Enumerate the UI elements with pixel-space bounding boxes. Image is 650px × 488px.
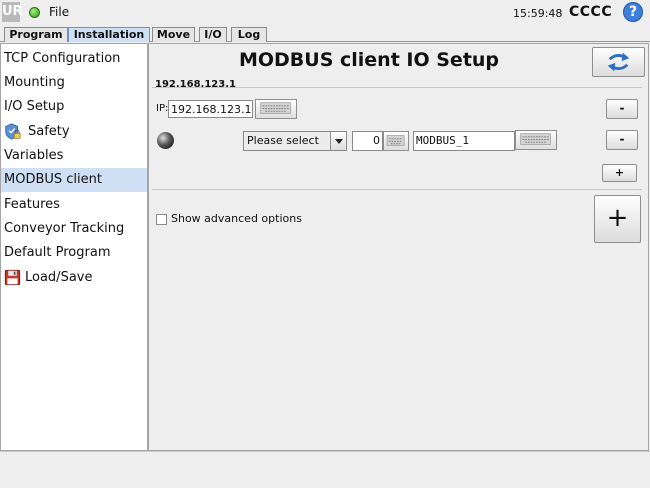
- chevron-down-icon: [330, 132, 346, 150]
- top-bar: UR File 15:59:48 CCCC ?: [0, 0, 650, 26]
- tab-installation[interactable]: Installation: [68, 27, 150, 42]
- tab-program[interactable]: Program: [4, 27, 68, 42]
- keyboard-icon: [520, 133, 551, 145]
- refresh-button[interactable]: [592, 47, 645, 77]
- signal-type-select[interactable]: Please select: [243, 131, 347, 151]
- signal-address-input[interactable]: 0: [352, 131, 383, 151]
- name-keyboard-button[interactable]: [515, 130, 557, 150]
- tab-io[interactable]: I/O: [199, 27, 227, 42]
- ur-logo: UR: [2, 2, 23, 22]
- sidebar-item-modbus-client[interactable]: MODBUS client: [1, 168, 147, 192]
- add-modbus-unit-button[interactable]: +: [594, 195, 641, 243]
- page-title: MODBUS client IO Setup: [238, 49, 500, 71]
- floppy-disk-icon: [4, 269, 21, 286]
- installation-sidebar: TCP Configuration Mounting I/O Setup Saf…: [0, 43, 148, 451]
- section-divider: [152, 189, 642, 190]
- signal-type-value: Please select: [247, 134, 319, 147]
- help-icon[interactable]: ?: [623, 2, 643, 22]
- add-signal-button[interactable]: +: [602, 164, 637, 182]
- keyboard-icon: [260, 102, 291, 114]
- modbus-setup-panel: MODBUS client IO Setup 192.168.123.1 IP:…: [148, 43, 649, 451]
- server-heading: 192.168.123.1: [155, 79, 236, 90]
- sidebar-item-label: Load/Save: [25, 270, 93, 285]
- sidebar-item-default-program[interactable]: Default Program: [1, 241, 147, 265]
- show-advanced-checkbox[interactable]: [156, 214, 167, 225]
- keyboard-icon: [386, 135, 405, 146]
- ip-keyboard-button[interactable]: [255, 99, 297, 119]
- sidebar-item-safety[interactable]: Safety: [1, 120, 147, 144]
- sidebar-item-label: Safety: [28, 124, 70, 139]
- footer-bar: [0, 451, 650, 488]
- show-advanced-label: Show advanced options: [171, 212, 302, 225]
- sidebar-item-conveyor-tracking[interactable]: Conveyor Tracking: [1, 217, 147, 241]
- file-menu[interactable]: File: [49, 5, 69, 19]
- signal-status-icon: [157, 132, 174, 149]
- sidebar-item-variables[interactable]: Variables: [1, 144, 147, 168]
- clock: 15:59:48: [513, 7, 563, 20]
- sidebar-item-features[interactable]: Features: [1, 193, 147, 217]
- sidebar-item-io-setup[interactable]: I/O Setup: [1, 95, 147, 119]
- shield-lock-icon: [5, 123, 21, 140]
- robot-name: CCCC: [569, 4, 613, 20]
- refresh-icon: [607, 52, 630, 72]
- tab-move[interactable]: Move: [152, 27, 195, 42]
- sidebar-item-load-save[interactable]: Load/Save: [1, 266, 147, 290]
- main-tabs: Program Installation Move I/O Log: [0, 26, 650, 42]
- robot-status-icon: [29, 7, 40, 18]
- ip-label: IP:: [156, 103, 169, 114]
- sidebar-item-mounting[interactable]: Mounting: [1, 71, 147, 95]
- tab-log[interactable]: Log: [231, 27, 267, 42]
- remove-signal-button[interactable]: -: [606, 130, 638, 150]
- sidebar-item-tcp-configuration[interactable]: TCP Configuration: [1, 47, 147, 71]
- address-keyboard-button[interactable]: [383, 131, 409, 151]
- ip-address-input[interactable]: 192.168.123.1: [168, 100, 253, 118]
- signal-name-input[interactable]: MODBUS_1: [413, 131, 515, 151]
- remove-server-button[interactable]: -: [606, 99, 638, 119]
